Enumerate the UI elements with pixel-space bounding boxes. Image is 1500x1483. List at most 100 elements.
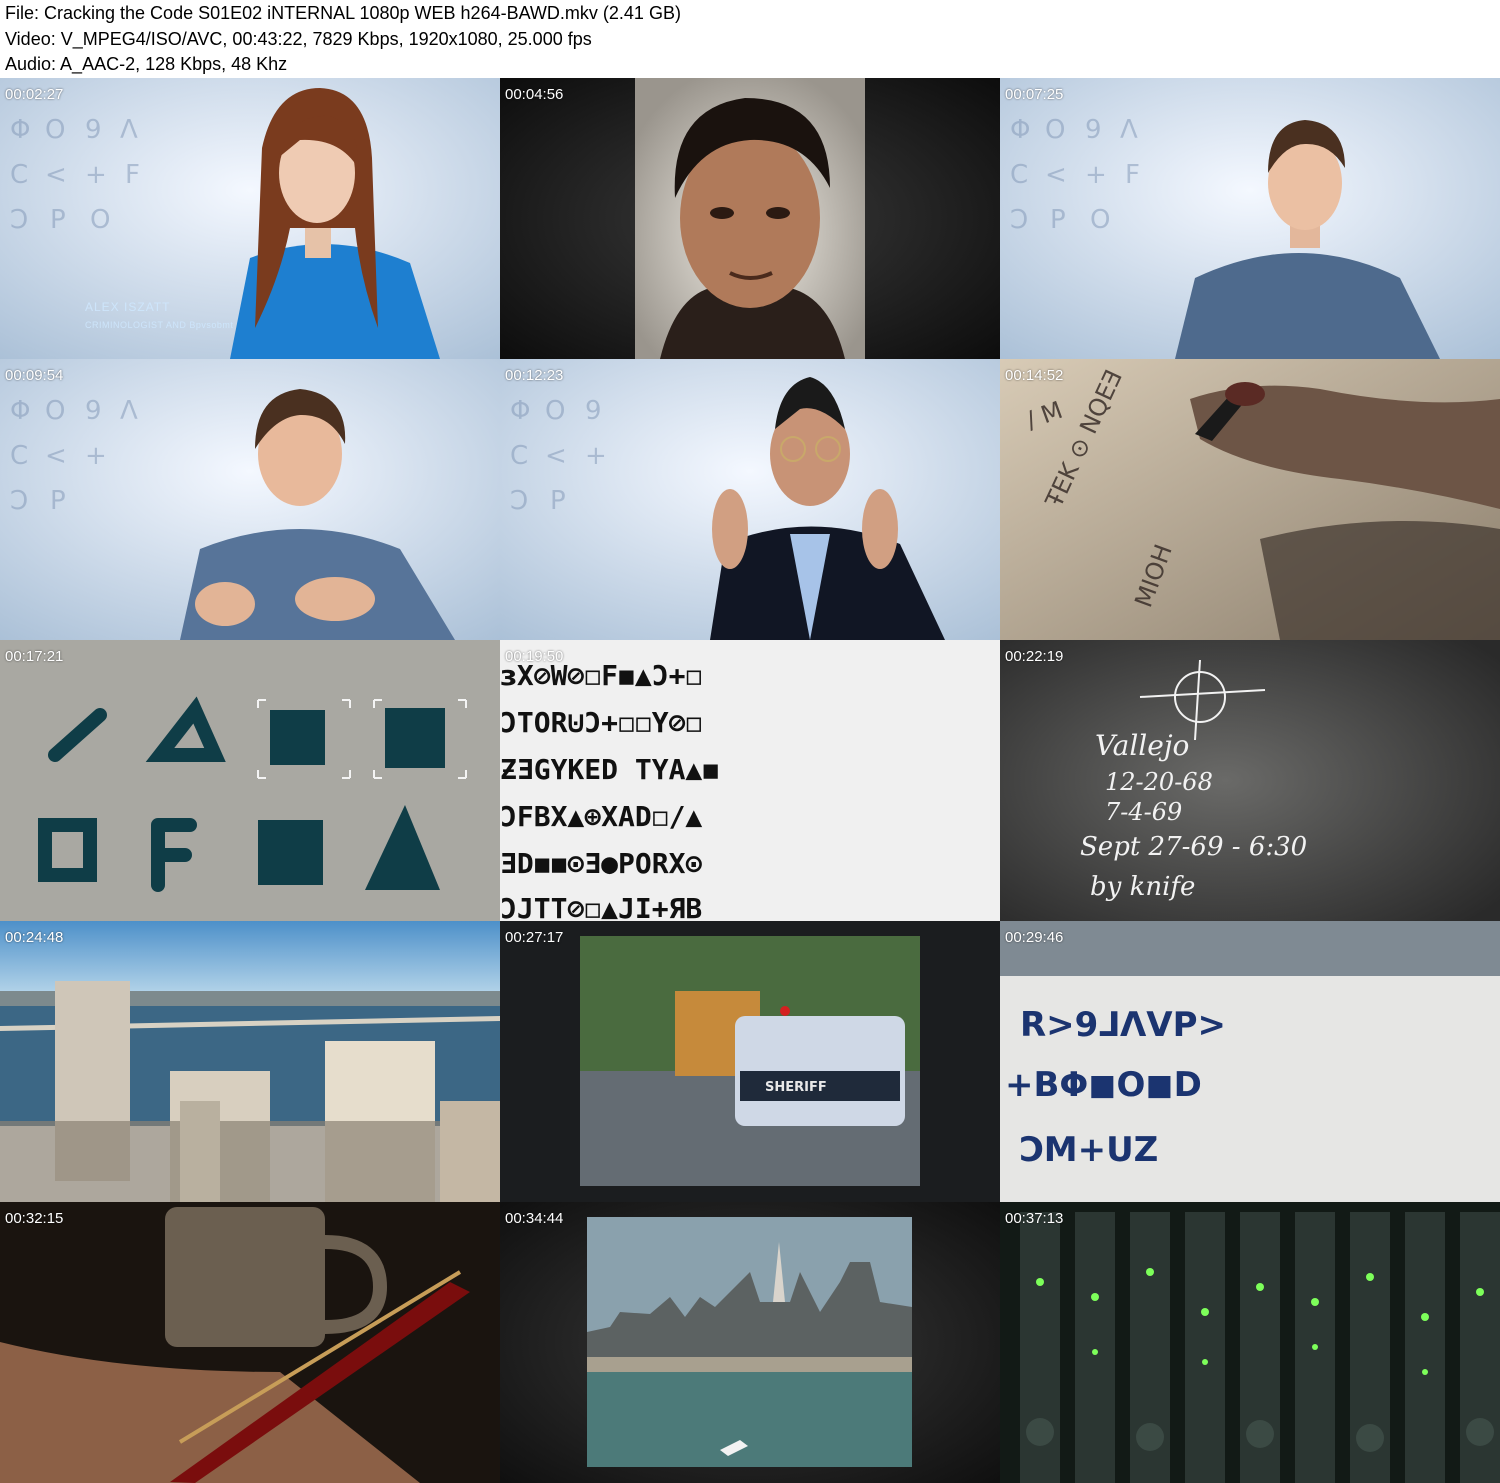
- timestamp: 00:24:48: [5, 929, 64, 946]
- svg-text:Ο: Ο: [1045, 115, 1065, 145]
- thumbnail-6: / M ŦEK ⊙ NQEƎ MIOH 00:14:52: [1000, 359, 1500, 640]
- timestamp: 00:09:54: [5, 367, 64, 384]
- svg-text:Ο: Ο: [45, 396, 65, 426]
- svg-text:7-4-69: 7-4-69: [1105, 798, 1182, 826]
- thumbnail-7: 00:17:21: [0, 640, 500, 921]
- timestamp: 00:19:50: [505, 648, 564, 665]
- thumbnail-11: SHERIFF 00:27:17: [500, 921, 1000, 1202]
- timestamp: 00:27:17: [505, 929, 564, 946]
- interview-man-glasses-frame: ΦΟ9 C < + ϽP: [500, 359, 1000, 640]
- svg-text:ϽM+UZ: ϽM+UZ: [1020, 1130, 1158, 1170]
- svg-text:ƵƎGYKED TYA▲◼: ƵƎGYKED TYA▲◼: [500, 753, 719, 786]
- svg-text:Ο: Ο: [45, 115, 65, 145]
- timestamp: 00:12:23: [505, 367, 564, 384]
- timestamp: 00:22:19: [1005, 648, 1064, 665]
- svg-text:SHERIFF: SHERIFF: [765, 1080, 827, 1095]
- svg-text:P: P: [550, 486, 566, 516]
- svg-text:Sept 27-69 - 6:30: Sept 27-69 - 6:30: [1080, 832, 1307, 862]
- thumbnail-12: R>9⅃ɅVP> +BΦ◼O◼D ϽM+UZ 00:29:46: [1000, 921, 1500, 1202]
- timestamp: 00:37:13: [1005, 1210, 1064, 1227]
- svg-text:Φ: Φ: [10, 396, 30, 426]
- svg-text:P: P: [1050, 205, 1066, 235]
- handwriting-frame: / M ŦEK ⊙ NQEƎ MIOH: [1000, 359, 1500, 640]
- thumbnail-1: ΦΟ9Λ C < + F ϽPO 00:02:27 ALEX ISZATT CRIMI…: [0, 78, 500, 359]
- svg-text:C: C: [510, 441, 528, 471]
- lower-third-role: CRIMINOLOGIST AND Bpvsobmt: [85, 320, 234, 330]
- thumbnail-9: Vallejo 12-20-68 7-4-69 Sept 27-69 - 6:3…: [1000, 640, 1500, 921]
- lower-third-name: ALEX ISZATT: [85, 300, 171, 314]
- svg-text:ƆTOR⊍Ͻ+◻◻Y⊘◻: ƆTOR⊍Ͻ+◻◻Y⊘◻: [500, 706, 702, 739]
- timestamp: 00:34:44: [505, 1210, 564, 1227]
- svg-text:C: C: [10, 160, 28, 190]
- svg-text:+: +: [85, 160, 107, 190]
- server-rack-frame: [1000, 1202, 1500, 1483]
- svg-text:Φ: Φ: [1010, 115, 1030, 145]
- svg-text:<: <: [45, 441, 67, 471]
- sheriff-car-frame: SHERIFF: [500, 921, 1000, 1202]
- timestamp: 00:07:25: [1005, 86, 1064, 103]
- svg-text:Λ: Λ: [1120, 115, 1138, 145]
- svg-text:Ͻ: Ͻ: [1010, 205, 1028, 235]
- svg-text:<: <: [545, 441, 567, 471]
- thumbnail-4: ΦΟ9Λ C < + ϽP 00:09:54: [0, 359, 500, 640]
- svg-text:F: F: [125, 160, 140, 190]
- timestamp: 00:29:46: [1005, 929, 1064, 946]
- svg-text:9: 9: [85, 115, 102, 145]
- cipher-grid-frame: ɜX⊘W⊘◻F◼▲Ͻ+◻ ƆTOR⊍Ͻ+◻◻Y⊘◻ ƵƎGYKED TYA▲◼ …: [500, 640, 1000, 921]
- svg-text:Λ: Λ: [120, 115, 138, 145]
- timestamp: 00:17:21: [5, 648, 64, 665]
- svg-text:O: O: [1090, 205, 1110, 235]
- svg-text:<: <: [1045, 160, 1067, 190]
- thumbnail-2: 00:04:56: [500, 78, 1000, 359]
- svg-text:P: P: [50, 205, 66, 235]
- svg-text:ƆJTT⊘◻▲JI+ЯB: ƆJTT⊘◻▲JI+ЯB: [500, 892, 702, 921]
- svg-text:+: +: [585, 441, 607, 471]
- svg-text:ƎD◼◼⊙Ǝ●PORX⊙: ƎD◼◼⊙Ǝ●PORX⊙: [500, 847, 702, 880]
- thumbnail-15: 00:37:13: [1000, 1202, 1500, 1483]
- svg-text:ƆFBX▲⊕XAD◻/▲: ƆFBX▲⊕XAD◻/▲: [500, 800, 702, 833]
- svg-text:by knife: by knife: [1090, 872, 1195, 902]
- svg-text:C: C: [10, 441, 28, 471]
- svg-text:Φ: Φ: [10, 115, 30, 145]
- svg-text:+BΦ◼O◼D: +BΦ◼O◼D: [1005, 1065, 1202, 1105]
- timestamp: 00:14:52: [1005, 367, 1064, 384]
- mug-and-pen-frame: [0, 1202, 500, 1483]
- svg-text:F: F: [1125, 160, 1140, 190]
- timestamp: 00:02:27: [5, 86, 64, 103]
- file-info-header: File: Cracking the Code S01E02 iNTERNAL …: [0, 0, 1500, 78]
- thumbnail-3: ΦΟ9Λ C < + F ϽPO 00:07:25: [1000, 78, 1500, 359]
- audio-line: Audio: A_AAC-2, 128 Kbps, 48 Khz: [5, 54, 288, 74]
- svg-text:C: C: [1010, 160, 1028, 190]
- thumbnail-14: 00:34:44: [500, 1202, 1000, 1483]
- timestamp: 00:32:15: [5, 1210, 64, 1227]
- file-line: File: Cracking the Code S01E02 iNTERNAL …: [5, 3, 681, 23]
- city-skyline-frame: [500, 1202, 1000, 1483]
- svg-text:R>9⅃ɅVP>: R>9⅃ɅVP>: [1020, 1005, 1226, 1045]
- svg-text:9: 9: [585, 396, 602, 426]
- vintage-portrait-frame: [500, 78, 1000, 359]
- svg-text:9: 9: [1085, 115, 1102, 145]
- svg-text:Ͻ: Ͻ: [10, 205, 28, 235]
- svg-text:12-20-68: 12-20-68: [1105, 768, 1213, 796]
- svg-text:Φ: Φ: [510, 396, 530, 426]
- city-bay-bridge-frame: [0, 921, 500, 1202]
- svg-text:O: O: [90, 205, 110, 235]
- video-line: Video: V_MPEG4/ISO/AVC, 00:43:22, 7829 K…: [5, 29, 592, 49]
- thumbnail-8: ɜX⊘W⊘◻F◼▲Ͻ+◻ ƆTOR⊍Ͻ+◻◻Y⊘◻ ƵƎGYKED TYA▲◼ …: [500, 640, 1000, 921]
- crosshair-note-frame: Vallejo 12-20-68 7-4-69 Sept 27-69 - 6:3…: [1000, 640, 1500, 921]
- svg-text:Λ: Λ: [120, 396, 138, 426]
- cipher-paper-frame: R>9⅃ɅVP> +BΦ◼O◼D ϽM+UZ: [1000, 921, 1500, 1202]
- svg-text:+: +: [1085, 160, 1107, 190]
- thumbnail-grid: ΦΟ9Λ C < + F ϽPO 00:02:27 ALEX ISZATT CRIMI…: [0, 78, 1500, 1483]
- svg-text:Ͻ: Ͻ: [10, 486, 28, 516]
- interview-man-frame: ΦΟ9Λ C < + F ϽPO: [1000, 78, 1500, 359]
- timestamp: 00:04:56: [505, 86, 564, 103]
- svg-text:Ο: Ο: [545, 396, 565, 426]
- cipher-symbols-frame: [0, 640, 500, 921]
- interview-woman-frame: ΦΟ9Λ C < + F ϽPO: [0, 78, 500, 359]
- thumbnail-10: 00:24:48: [0, 921, 500, 1202]
- thumbnail-5: ΦΟ9 C < + ϽP 00:12:23: [500, 359, 1000, 640]
- svg-text:<: <: [45, 160, 67, 190]
- thumbnail-13: 00:32:15: [0, 1202, 500, 1483]
- svg-text:Ͻ: Ͻ: [510, 486, 528, 516]
